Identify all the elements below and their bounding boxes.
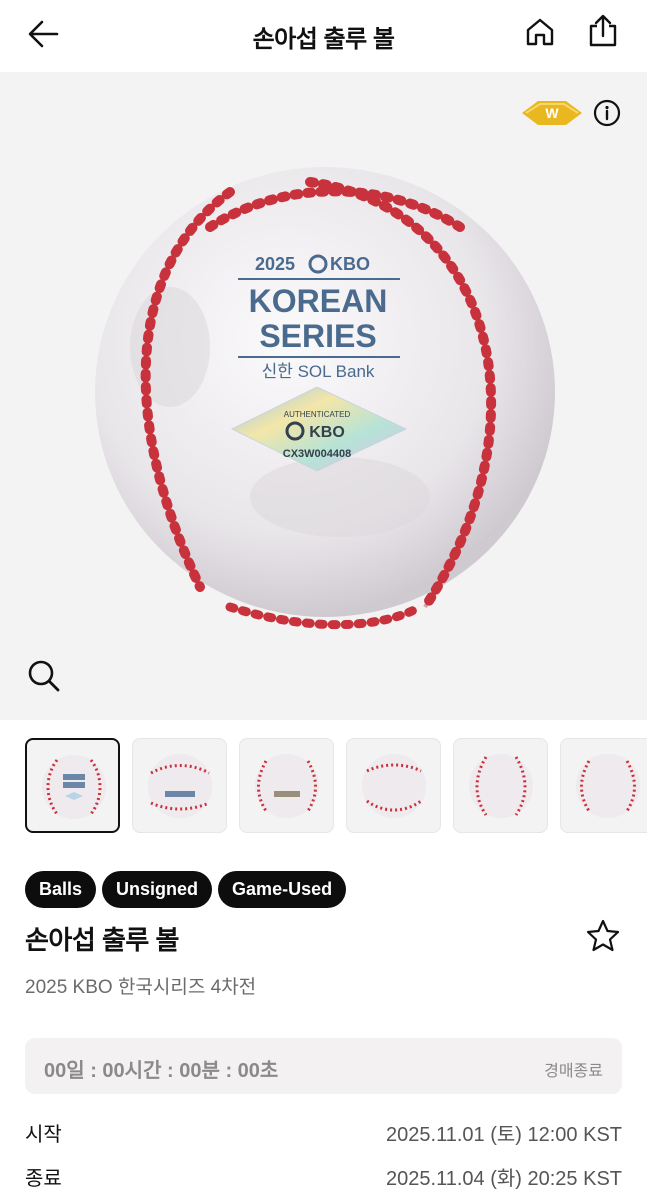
thumbnail-4[interactable] xyxy=(346,738,441,833)
home-icon xyxy=(526,18,554,46)
top-app-bar: 손아섭 출루 볼 xyxy=(0,0,647,72)
w-badge-letter: W xyxy=(545,105,559,121)
star-icon xyxy=(586,919,620,952)
thumbnail-3[interactable] xyxy=(239,738,334,833)
ball-print-line2: SERIES xyxy=(259,318,376,354)
back-arrow-icon xyxy=(28,20,59,48)
info-button[interactable] xyxy=(592,98,622,128)
ball-print-sponsor: 신한 SOL Bank xyxy=(262,362,375,381)
zoom-icon xyxy=(28,660,60,692)
hologram-serial: CX3W004408 xyxy=(283,448,352,460)
home-button[interactable] xyxy=(520,12,560,52)
product-image-viewer[interactable]: W 2025 KBO KOREAN SERIES 신한 SOL Bank AUT… xyxy=(0,72,647,720)
thumbnail-strip xyxy=(0,738,647,834)
page-title: 손아섭 출루 볼 xyxy=(252,25,395,53)
ball-print-year: 2025 xyxy=(255,254,295,274)
baseball-thumbnail-image xyxy=(42,755,106,819)
share-icon xyxy=(589,14,617,47)
end-value: 2025.11.04 (화) 20:25 KST xyxy=(386,1168,622,1190)
w-grade-badge: W xyxy=(522,101,582,125)
end-label: 종료 xyxy=(25,1168,62,1190)
tag-balls[interactable]: Balls xyxy=(25,871,97,908)
thumbnail-1[interactable] xyxy=(25,738,120,833)
hologram-header: AUTHENTICATED xyxy=(284,410,351,419)
ball-print-line1: KOREAN xyxy=(249,283,388,319)
thumbnail-5[interactable] xyxy=(453,738,548,833)
baseball-image: 2025 KBO KOREAN SERIES 신한 SOL Bank AUTHE… xyxy=(95,167,555,630)
tag-unsigned[interactable]: Unsigned xyxy=(102,871,213,908)
ball-print-league: KBO xyxy=(330,254,370,274)
info-icon xyxy=(593,99,621,127)
hologram-brand: KBO xyxy=(309,424,345,441)
item-title: 손아섭 출루 볼 xyxy=(25,925,179,955)
baseball-thumbnail-image xyxy=(362,754,426,818)
auction-countdown: 00일 : 00시간 : 00분 : 00초 xyxy=(44,1060,279,1082)
baseball-thumbnail-image xyxy=(148,754,212,818)
start-value: 2025.11.01 (토) 12:00 KST xyxy=(386,1124,622,1146)
auction-status: 경매종료 xyxy=(544,1063,603,1080)
favorite-button[interactable] xyxy=(583,916,623,956)
baseball-thumbnail-image xyxy=(469,754,533,818)
baseball-thumbnail-image xyxy=(576,754,640,818)
category-tags: Balls Unsigned Game-Used xyxy=(25,871,347,908)
thumbnail-2[interactable] xyxy=(132,738,227,833)
back-button[interactable] xyxy=(24,14,64,54)
start-label: 시작 xyxy=(25,1124,62,1146)
tag-game-used[interactable]: Game-Used xyxy=(218,871,347,908)
thumbnail-6[interactable] xyxy=(560,738,647,833)
auction-timer-box: 00일 : 00시간 : 00분 : 00초 경매종료 xyxy=(25,1038,622,1094)
share-button[interactable] xyxy=(583,10,623,52)
item-subtitle: 2025 KBO 한국시리즈 4차전 xyxy=(25,977,257,998)
baseball-thumbnail-image xyxy=(255,754,319,818)
zoom-button[interactable] xyxy=(24,656,64,696)
